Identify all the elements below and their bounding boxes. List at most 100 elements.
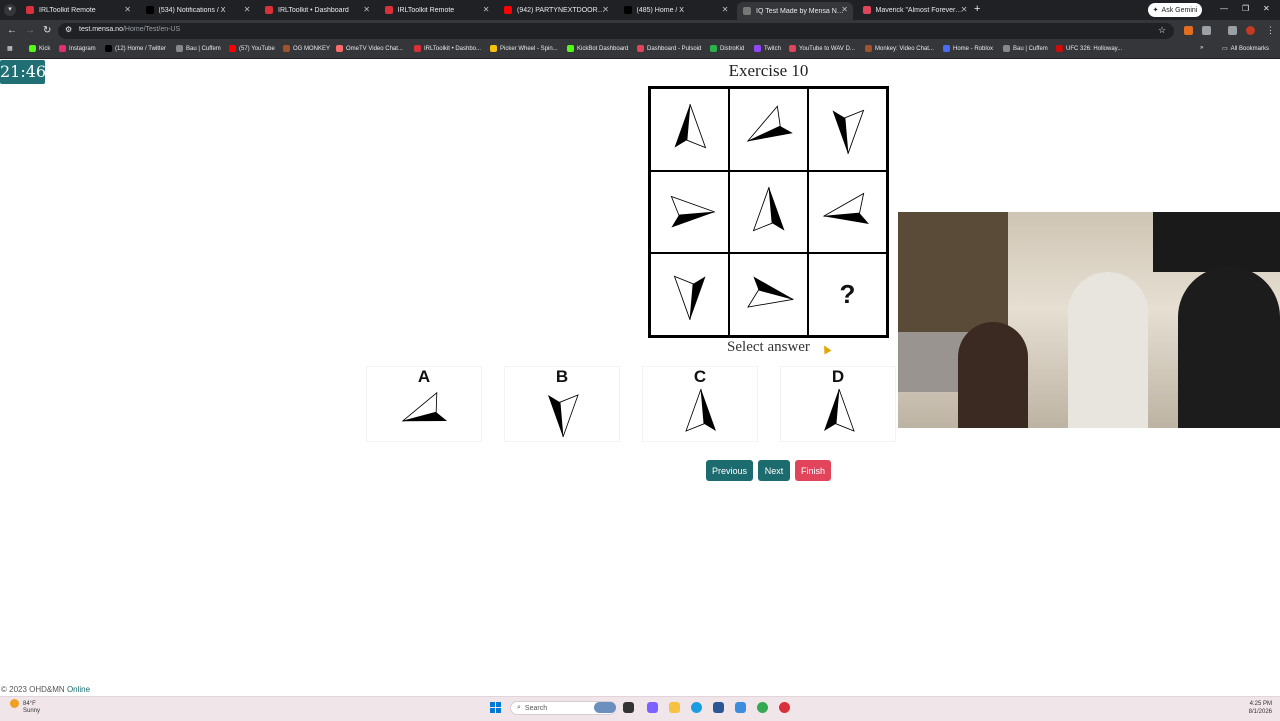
media-control-icon[interactable] <box>1228 26 1237 35</box>
ask-gemini-button[interactable]: ✦ Ask Gemini <box>1148 3 1202 17</box>
bookmark-item[interactable]: Bau | Cuffem <box>1003 45 1048 52</box>
weather-temp: 84°F <box>23 701 36 708</box>
profile-avatar[interactable] <box>1246 26 1255 35</box>
tab-close-icon[interactable]: ✕ <box>841 5 848 14</box>
tab-close-icon[interactable]: ✕ <box>124 5 131 14</box>
answer-option-d[interactable]: D <box>780 366 896 442</box>
window-close-icon[interactable]: ✕ <box>1263 4 1270 13</box>
app-red-icon[interactable] <box>779 702 790 713</box>
tab-close-icon[interactable]: ✕ <box>363 5 370 14</box>
browser-tab[interactable]: IRLToolkit • Dashboard ✕ <box>259 2 375 18</box>
puzzle-grid: ? <box>648 86 889 338</box>
bookmark-favicon-icon <box>567 45 574 52</box>
app-icon[interactable] <box>735 702 746 713</box>
tab-close-icon[interactable]: ✕ <box>244 5 251 14</box>
reload-icon[interactable]: ↻ <box>43 25 51 36</box>
system-clock[interactable]: 4:25 PM 8/1/2026 <box>1240 700 1272 716</box>
bookmark-item[interactable]: OG MONKEY <box>283 45 330 52</box>
bookmark-item[interactable]: Kick <box>29 45 50 52</box>
store-icon[interactable] <box>713 702 724 713</box>
all-bookmarks-folder[interactable]: ▭ All Bookmarks <box>1222 45 1270 53</box>
bookmark-favicon-icon <box>105 45 112 52</box>
bookmarks-overflow-icon[interactable]: » <box>1200 45 1203 51</box>
browser-menu-icon[interactable]: ⋮ <box>1266 25 1275 36</box>
bookmark-item[interactable]: YouTube to WAV D... <box>789 45 855 52</box>
bookmark-item[interactable]: Home - Roblox <box>943 45 993 52</box>
bookmark-item[interactable]: DistroKid <box>710 45 744 52</box>
new-tab-button[interactable]: + <box>974 3 980 15</box>
site-info-icon[interactable]: ⚙ <box>65 25 72 34</box>
arrow-figure-icon <box>402 391 448 422</box>
bookmark-item[interactable]: Monkey: Video Chat... <box>865 45 934 52</box>
next-button[interactable]: Next <box>758 460 790 481</box>
browser-tab[interactable]: (534) Notifications / X ✕ <box>140 2 256 18</box>
browser-tab[interactable]: IRLToolkit Remote ✕ <box>20 2 136 18</box>
footer-copyright: © 2023 OHD&MN Online <box>1 685 90 694</box>
bookmark-item[interactable]: Bau | Cuffem <box>176 45 221 52</box>
forward-icon[interactable]: → <box>25 25 35 36</box>
clock-date: 8/1/2026 <box>1248 709 1272 715</box>
edge-icon[interactable] <box>691 702 702 713</box>
tab-close-icon[interactable]: ✕ <box>602 5 609 14</box>
windows-start-icon[interactable] <box>490 702 502 714</box>
extension-icon[interactable] <box>1184 26 1193 35</box>
bookmark-favicon-icon <box>1056 45 1063 52</box>
copilot-icon[interactable] <box>647 702 658 713</box>
bookmark-label: Monkey: Video Chat... <box>875 45 934 52</box>
bookmark-label: Bau | Cuffem <box>186 45 221 52</box>
task-view-icon[interactable] <box>623 702 634 713</box>
tab-favicon-icon <box>743 7 751 15</box>
bookmark-item[interactable]: UFC 326: Holloway... <box>1056 45 1122 52</box>
footer-link[interactable]: Online <box>67 685 90 694</box>
bookmark-item[interactable]: Instagram <box>59 45 96 52</box>
browser-tab[interactable]: IQ Test Made by Mensa Norw... ✕ <box>737 2 853 20</box>
bookmark-item[interactable]: KickBot Dashboard <box>567 45 628 52</box>
bookmark-favicon-icon <box>176 45 183 52</box>
tab-close-icon[interactable]: ✕ <box>961 5 968 14</box>
bookmark-item[interactable]: (12) Home / Twitter <box>105 45 166 52</box>
bookmark-favicon-icon <box>1003 45 1010 52</box>
apps-grid-icon[interactable]: ▦ <box>7 45 13 52</box>
bookmark-item[interactable]: (57) YouTube <box>229 45 275 52</box>
previous-button[interactable]: Previous <box>706 460 753 481</box>
url-text[interactable]: test.mensa.no/Home/Test/en-US <box>79 26 180 33</box>
bookmark-favicon-icon <box>637 45 644 52</box>
chrome-icon[interactable] <box>757 702 768 713</box>
browser-tab[interactable]: IRLToolkit Remote ✕ <box>379 2 495 18</box>
finish-button[interactable]: Finish <box>795 460 831 481</box>
puzzle-cell <box>650 170 729 254</box>
bookmark-item[interactable]: IRLToolkit • Dashbo... <box>414 45 481 52</box>
puzzle-cell <box>650 88 729 171</box>
browser-tab[interactable]: (942) PARTYNEXTDOOR - Only✕ <box>498 2 614 18</box>
bookmark-favicon-icon <box>865 45 872 52</box>
restore-icon[interactable]: ❐ <box>1242 4 1249 13</box>
weather-widget[interactable]: 84°F Sunny <box>10 699 40 715</box>
all-bookmarks-label: All Bookmarks <box>1230 45 1270 52</box>
bookmark-star-icon[interactable]: ☆ <box>1158 25 1166 36</box>
bookmark-item[interactable]: Dashboard - Pulsoid <box>637 45 701 52</box>
bookmark-favicon-icon <box>29 45 36 52</box>
bookmark-item[interactable]: Twitch <box>754 45 781 52</box>
extensions-puzzle-icon[interactable] <box>1202 26 1211 35</box>
search-placeholder: Search <box>524 704 548 712</box>
file-explorer-icon[interactable] <box>669 702 680 713</box>
puzzle-cell <box>650 253 729 336</box>
address-bar[interactable] <box>58 23 1174 39</box>
bookmark-item[interactable]: OmeTV Video Chat... <box>336 45 403 52</box>
minimize-icon[interactable]: — <box>1220 4 1228 13</box>
arrow-figure-icon <box>832 109 864 155</box>
answer-option-a[interactable]: A <box>366 366 482 442</box>
answer-option-b[interactable]: B <box>504 366 620 442</box>
tab-search-button[interactable]: ▾ <box>4 4 16 16</box>
bookmark-item[interactable]: Picker Wheel - Spin... <box>490 45 558 52</box>
browser-tab[interactable]: (485) Home / X ✕ <box>618 2 734 18</box>
answer-option-c[interactable]: C <box>642 366 758 442</box>
back-icon[interactable]: ← <box>7 25 17 36</box>
tab-close-icon[interactable]: ✕ <box>722 5 729 14</box>
puzzle-cell <box>729 170 808 254</box>
tab-close-icon[interactable]: ✕ <box>483 5 490 14</box>
webcam-overlay <box>898 212 1280 428</box>
browser-tab[interactable]: Maverick "Almost Forever" EP ✕ <box>857 2 973 18</box>
question-mark: ? <box>839 279 856 310</box>
puzzle-cell <box>729 253 808 336</box>
